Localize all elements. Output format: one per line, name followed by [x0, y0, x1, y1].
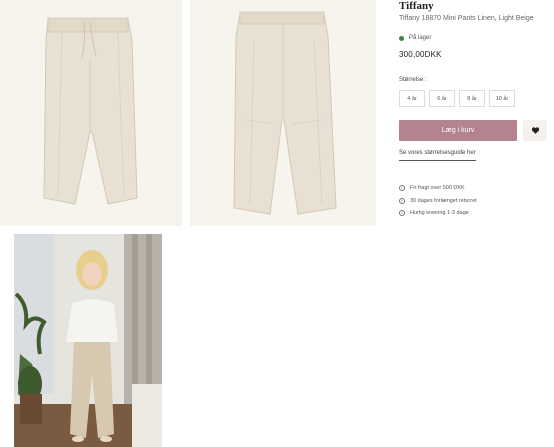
- perk-item: ✓ Fri fragt over 500 DKK: [399, 182, 554, 195]
- stock-status: På lager: [399, 35, 554, 41]
- check-circle-icon: ✓: [399, 185, 405, 192]
- product-info-panel: Tiffany Tiffany 18870 Mini Pants Linen, …: [399, 0, 554, 220]
- perks-list: ✓ Fri fragt over 500 DKK ✓ 30 dages forl…: [399, 182, 554, 220]
- size-option-6[interactable]: 6 år: [429, 90, 455, 107]
- size-selector: 4 år 6 år 8 år 10 år: [399, 90, 554, 107]
- size-guide-link[interactable]: Se vores størrelsesguide her: [399, 150, 476, 161]
- wishlist-button[interactable]: [523, 120, 547, 141]
- cart-row: Læg i kurv: [399, 120, 554, 141]
- perk-item: ✓ 30 dages forlænget returret: [399, 195, 554, 208]
- pants-front-illustration: [43, 17, 138, 205]
- product-price: 300,00DKK: [399, 50, 442, 59]
- product-brand: Tiffany: [399, 0, 434, 12]
- perk-item: ✓ Hurtig levering 1-3 dage: [399, 207, 554, 220]
- stock-status-text: På lager: [409, 35, 432, 41]
- check-circle-icon: ✓: [399, 197, 405, 204]
- check-circle-icon: ✓: [399, 210, 405, 217]
- perk-text: Fri fragt over 500 DKK: [410, 185, 465, 192]
- product-image-model[interactable]: [14, 234, 162, 447]
- size-option-8[interactable]: 8 år: [459, 90, 485, 107]
- product-name: Tiffany 18870 Mini Pants Linen, Light Be…: [399, 15, 534, 22]
- in-stock-dot-icon: [399, 35, 404, 41]
- perk-text: Hurtig levering 1-3 dage: [410, 210, 469, 217]
- heart-icon: [531, 127, 539, 134]
- add-to-cart-button[interactable]: Læg i kurv: [399, 120, 517, 141]
- pants-back-illustration: [233, 11, 337, 215]
- perk-text: 30 dages forlænget returret: [410, 197, 477, 204]
- product-image-back[interactable]: [190, 0, 376, 226]
- product-image-front[interactable]: [0, 0, 182, 226]
- size-option-10[interactable]: 10 år: [489, 90, 515, 107]
- model-photo-illustration: [14, 234, 162, 447]
- size-label: Størrelse :: [399, 77, 427, 83]
- size-option-4[interactable]: 4 år: [399, 90, 425, 107]
